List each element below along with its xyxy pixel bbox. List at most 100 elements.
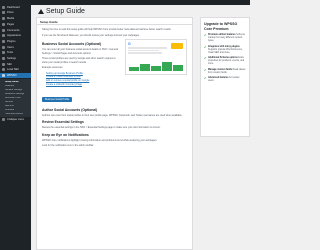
menu-item-label: Local SEO	[7, 68, 20, 72]
menu-item[interactable]: Collapse menu	[0, 117, 31, 122]
menu-item-icon	[2, 22, 5, 26]
menu-item-icon	[2, 117, 5, 121]
checkmark-icon: ✔	[204, 56, 207, 61]
menu-item-label: Plugins	[7, 39, 16, 43]
menu-item-label: SEO	[7, 62, 13, 66]
menu-item[interactable]: Plugins	[0, 39, 31, 44]
business-social-section: Business Social Accounts (Optional) You …	[42, 39, 187, 105]
submenu-item-label: Document SSO	[5, 96, 21, 99]
notifications-heading: Keep an Eye on Notifications	[42, 132, 89, 137]
menu-item[interactable]: Tools	[0, 51, 31, 56]
menu-item-wpsso[interactable]: WPSSO	[0, 73, 31, 78]
review-settings-p: Review the essential settings in the SSO…	[42, 126, 161, 130]
menu-item-icon	[2, 17, 5, 21]
menu-item-icon	[2, 45, 5, 49]
premium-feature-title: Manage custom fields	[208, 68, 233, 71]
menu-item-label: Collapse menu	[7, 117, 25, 121]
page-title: Setup Guide	[38, 8, 85, 15]
mini-bars-icon	[129, 61, 183, 71]
submenu-item-label: Tools and Actions	[5, 112, 23, 115]
review-settings-heading: Review Essential Settings	[42, 120, 84, 125]
menu-item[interactable]: Users	[0, 45, 31, 50]
premium-feature: ✔ Premium edition features Schema markup …	[204, 34, 246, 43]
menu-item[interactable]: Media	[0, 16, 31, 21]
author-social-heading: Author Social Accounts (Optional)	[42, 107, 98, 112]
menu-item-label: Pages	[7, 22, 15, 26]
page-title-text: Setup Guide	[46, 8, 85, 15]
card-header: Setup Guide	[37, 18, 192, 25]
menu-item-label: WPSSO	[7, 74, 17, 77]
menu-item[interactable]: Settings	[0, 56, 31, 61]
menu-item-icon	[2, 39, 5, 43]
resource-links: Setting up Google Business Profile Creat…	[42, 72, 121, 87]
premium-feature-title: Additional Schema options	[208, 57, 238, 60]
submenu-item-label: Features	[5, 84, 15, 87]
google-business-screenshot: G	[125, 39, 187, 75]
menu-item-icon	[2, 68, 5, 72]
submenu-item[interactable]: Tools and Actions	[0, 112, 31, 116]
menu-item-icon	[2, 28, 5, 32]
premium-feature-title: Advanced features	[208, 77, 229, 80]
premium-feature-title: Integrates with many plugins	[208, 45, 240, 48]
wpsso-logo-icon	[38, 9, 44, 14]
menu-item-label: Settings	[7, 56, 17, 60]
menu-item-icon	[2, 34, 5, 38]
setup-guide-card: Setup Guide Taking the time to read this…	[36, 17, 193, 250]
admin-toolbar	[0, 0, 250, 5]
menu-item-icon	[2, 51, 5, 55]
business-social-p2: These social profiles are used by Google…	[42, 57, 116, 64]
menu-item-label: Tools	[7, 51, 14, 55]
menu-item[interactable]: Pages	[0, 22, 31, 27]
wpsso-icon	[2, 74, 5, 77]
intro-paragraph-2: If you use the Structured Data test, you…	[42, 33, 140, 37]
notifications-p1: WPSSO Core notifications highlight missi…	[42, 138, 158, 142]
premium-feature-text: Additional Schema options Extra properti…	[208, 57, 246, 66]
upgrade-title: Upgrade to WPSSO Core Premium	[204, 22, 238, 31]
author-social-p: Authors can enter their social profiles …	[42, 113, 183, 117]
checkmark-icon: ✔	[204, 67, 207, 72]
menu-item-label: Dashboard	[7, 5, 20, 9]
premium-feature-text: Integrates with many plugins Supports po…	[208, 46, 246, 55]
menu-item[interactable]: Appearance	[0, 33, 31, 38]
upgrade-sidebar: Upgrade to WPSSO Core Premium ✔ Premium e…	[200, 17, 250, 137]
submenu-item-label: Schema	[5, 100, 14, 103]
menu-item-icon	[2, 56, 5, 60]
menu-item-icon	[2, 62, 5, 66]
submenu-item-label: General Settings	[5, 88, 23, 91]
premium-feature-text: Advanced features For power users.	[208, 77, 246, 83]
intro-paragraph: Taking the time to read this setup guide…	[42, 28, 172, 31]
checkmark-icon: ✔	[204, 44, 207, 49]
menu-item-label: Appearance	[7, 34, 21, 38]
menu-item[interactable]: Posts	[0, 11, 31, 16]
menu-item[interactable]: SEO	[0, 62, 31, 67]
submenu-item-label: Setup Guide	[5, 80, 19, 83]
admin-sidebar-menu: Dashboard Posts Media Pages Comments Appearan…	[0, 5, 31, 250]
checkmark-icon: ✔	[204, 33, 207, 38]
menu-item[interactable]: Comments	[0, 28, 31, 33]
premium-feature: ✔ Integrates with many plugins Supports p…	[204, 44, 246, 55]
premium-feature: ✔ Additional Schema options Extra propert…	[204, 57, 246, 66]
premium-feature-desc: Supports popular WooCommerce, Yoast SEO …	[208, 48, 243, 54]
wpsso-submenu: Setup Guide Features General Settings Advan…	[0, 78, 31, 117]
resource-link[interactable]: Create a LinkedIn Company Page	[42, 83, 121, 87]
premium-feature: ✔ Advanced features For power users.	[204, 77, 246, 83]
resources-label: Example resources:	[42, 66, 64, 69]
premium-feature: ✔ Manage custom fields Read values from c…	[204, 67, 246, 75]
business-social-heading: Business Social Accounts (Optional)	[42, 42, 102, 46]
premium-feature-title: Premium edition features	[208, 34, 236, 37]
submenu-item-label: Licenses	[5, 108, 15, 111]
submenu-item-label: Advanced Settings	[5, 92, 25, 95]
premium-feature-text: Premium edition features Schema markup f…	[208, 34, 246, 43]
submenu-item-label: Add-ons	[5, 104, 14, 107]
notifications-p2: Look for the notification icon in the ad…	[42, 144, 94, 148]
menu-item-label: Users	[7, 45, 14, 49]
menu-item-label: Comments	[7, 28, 20, 32]
rating-badge-icon	[171, 43, 183, 49]
menu-item-icon	[2, 11, 5, 15]
menu-item-icon	[2, 5, 5, 9]
checkmark-icon: ✔	[204, 76, 207, 81]
menu-item[interactable]: Local SEO	[0, 68, 31, 73]
menu-item[interactable]: Dashboard	[0, 5, 31, 10]
business-profile-button[interactable]: Business Social Profile	[42, 96, 73, 102]
menu-item-label: Media	[7, 17, 15, 21]
